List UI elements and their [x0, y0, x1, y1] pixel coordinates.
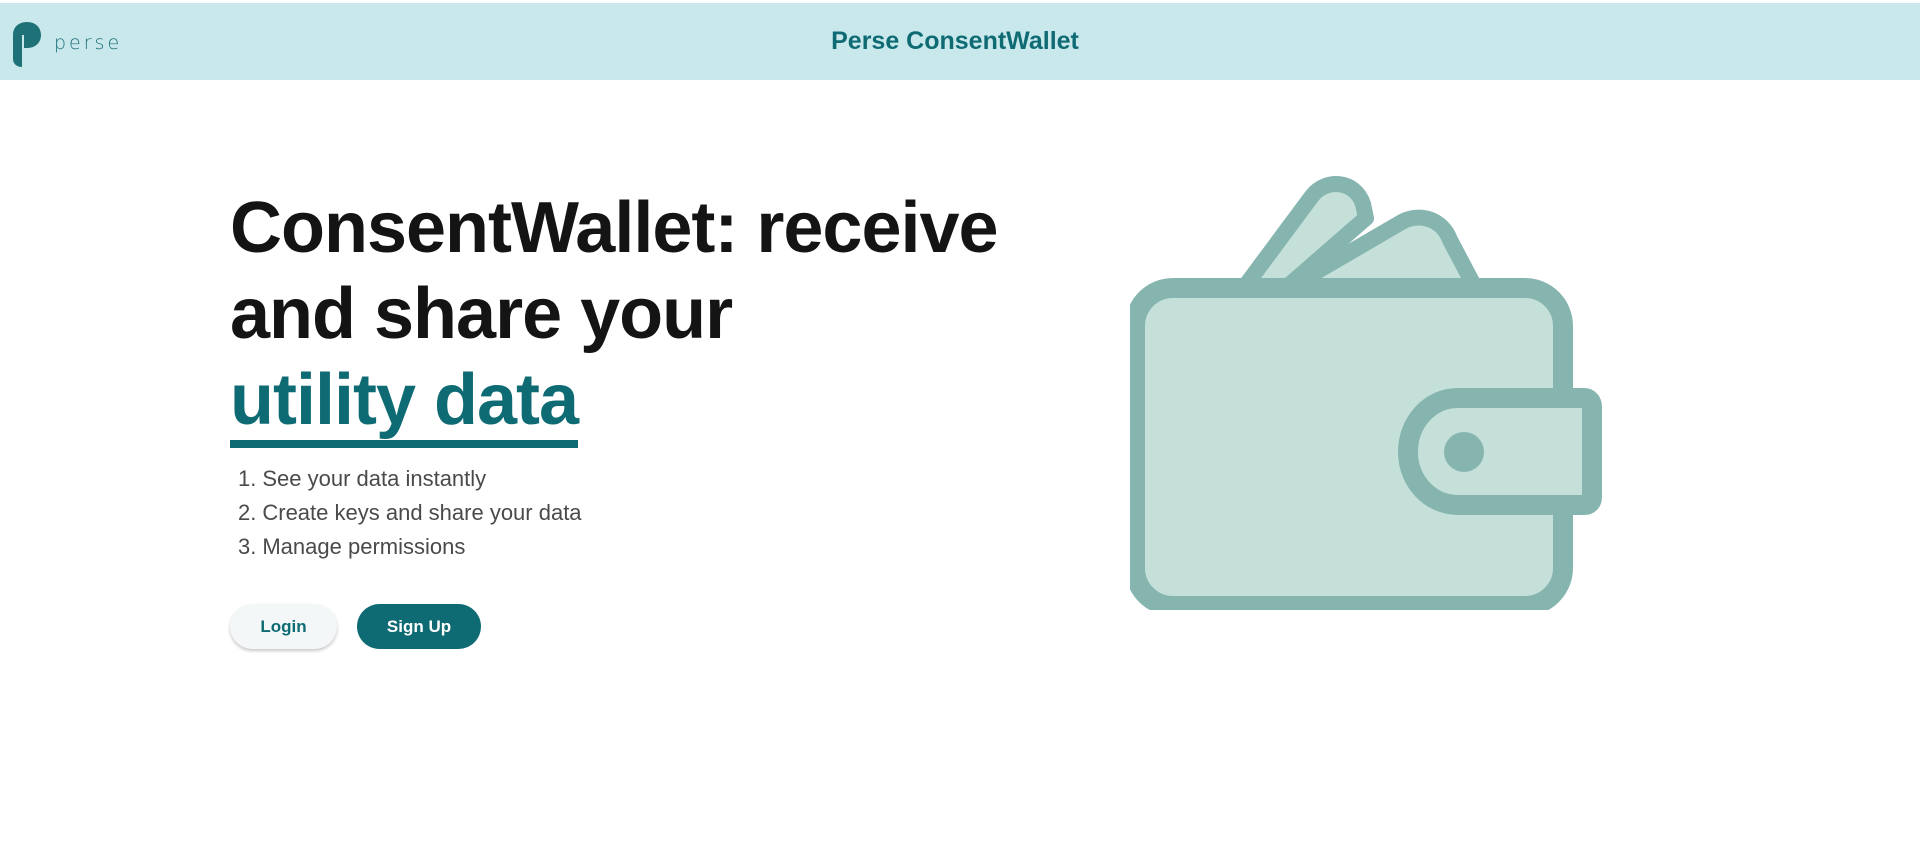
feature-number: 1. — [238, 466, 257, 491]
wallet-icon — [1130, 176, 1602, 610]
hero-headline: ConsentWallet: receive and share your ut… — [230, 185, 1050, 448]
feature-text: Create keys and share your data — [262, 500, 582, 525]
feature-item: 3. Manage permissions — [238, 530, 1050, 564]
hero-section: ConsentWallet: receive and share your ut… — [230, 185, 1050, 564]
top-bar: perse Perse ConsentWallet — [0, 3, 1920, 80]
feature-number: 3. — [238, 534, 257, 559]
feature-list: 1. See your data instantly 2. Create key… — [238, 462, 1050, 564]
login-button[interactable]: Login — [230, 604, 337, 649]
signup-button[interactable]: Sign Up — [357, 604, 481, 649]
headline-highlight: utility data — [230, 362, 579, 448]
feature-number: 2. — [238, 500, 257, 525]
app-title: Perse ConsentWallet — [831, 27, 1079, 55]
feature-item: 1. See your data instantly — [238, 462, 1050, 496]
auth-actions: Login Sign Up — [230, 604, 481, 649]
feature-item: 2. Create keys and share your data — [238, 496, 1050, 530]
feature-text: Manage permissions — [262, 534, 466, 559]
headline-line-1: ConsentWallet: receive — [230, 188, 999, 268]
headline-line-2: and share your — [230, 274, 733, 354]
feature-text: See your data instantly — [262, 466, 487, 491]
